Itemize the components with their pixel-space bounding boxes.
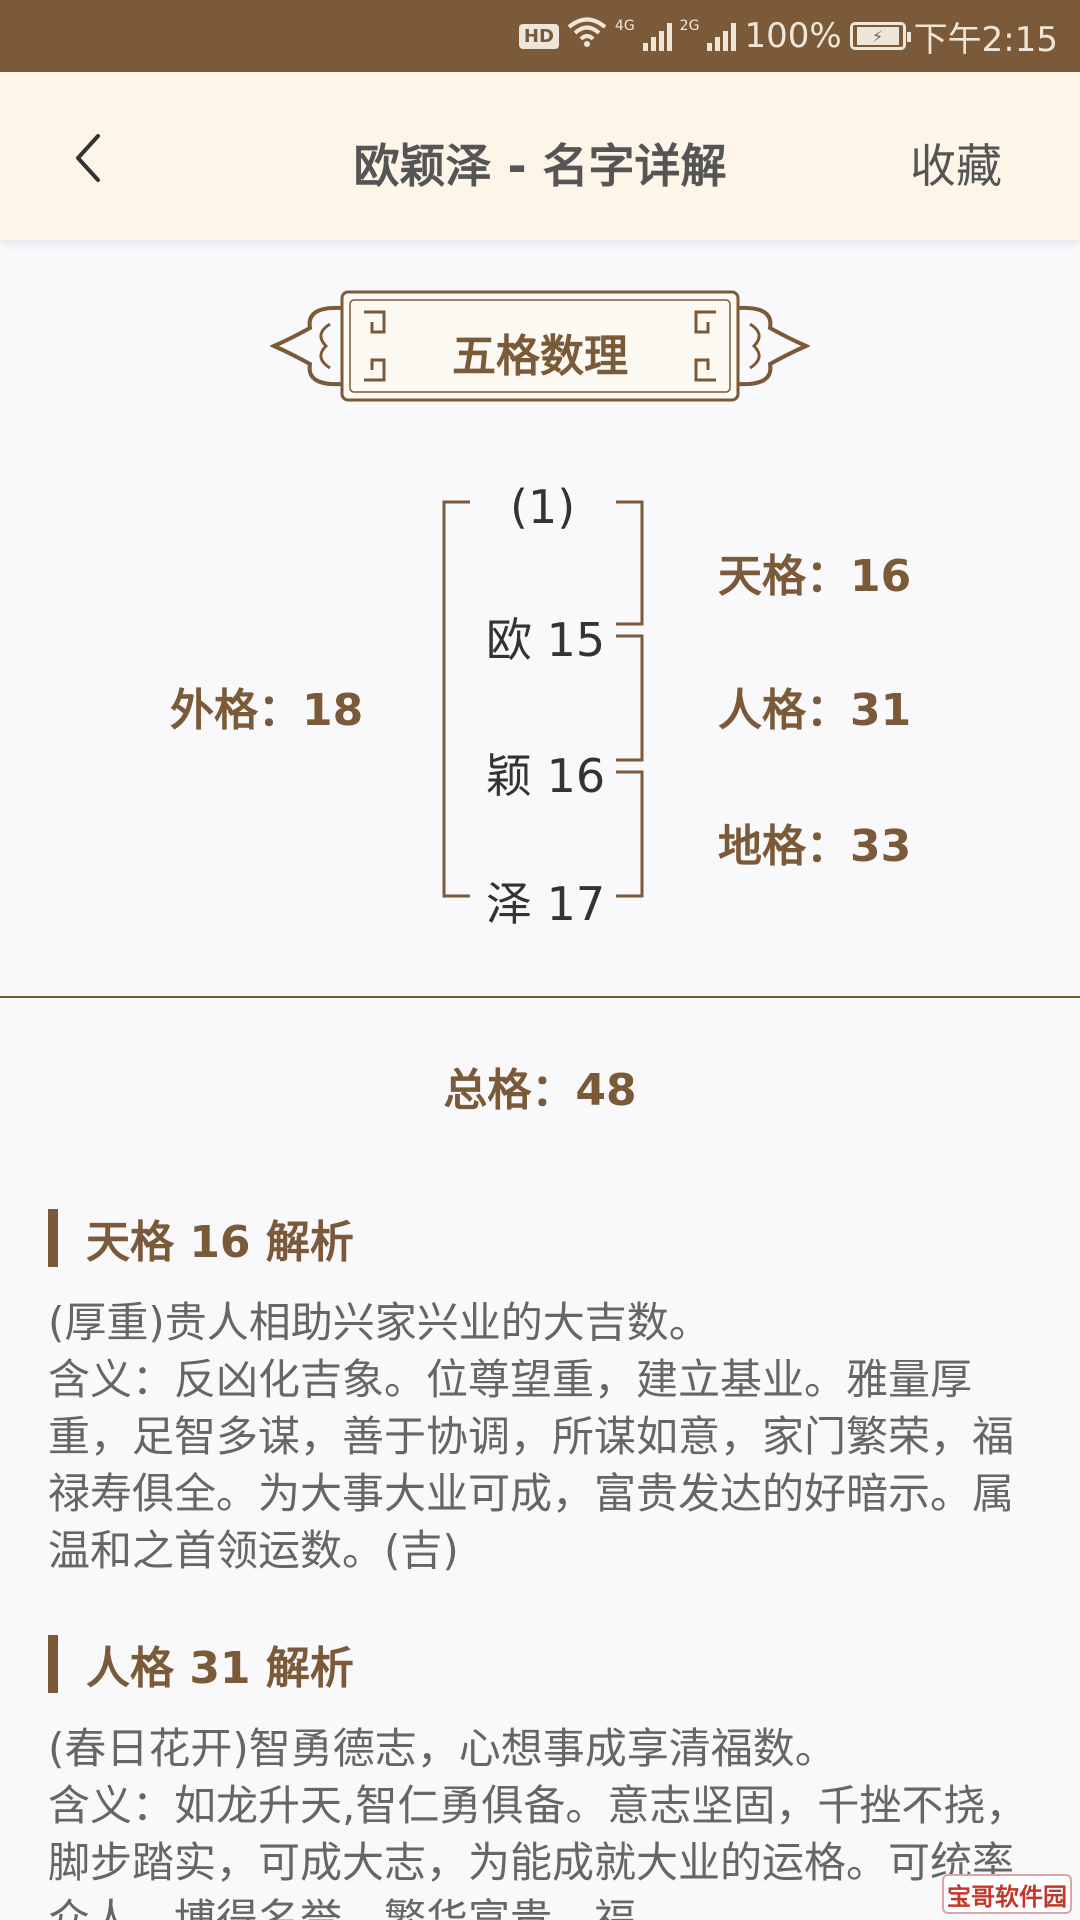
clock: 下午2:15 bbox=[913, 19, 1058, 60]
tian-ge-label: 天格：16 bbox=[718, 551, 912, 602]
ren-ge-label: 人格：31 bbox=[718, 685, 912, 736]
analysis-section-ren: 人格 31 解析 (春日花开)智勇德志，心想事成享清福数。 含义：如龙升天,智仁… bbox=[48, 1634, 1038, 1920]
analysis-body: (厚重)贵人相助兴家兴业的大吉数。 含义：反凶化吉象。位尊望重，建立基业。雅量厚… bbox=[48, 1298, 1015, 1575]
signal-icon-2 bbox=[707, 21, 737, 51]
network-type-label-2: 2G bbox=[679, 18, 700, 34]
favorite-button[interactable]: 收藏 bbox=[910, 130, 1002, 196]
watermark-logo: 宝哥软件园 bbox=[942, 1874, 1072, 1914]
di-ge-label: 地格：33 bbox=[718, 821, 912, 872]
status-icons: HD 4G 2G 100% ⚡ 下午2:15 bbox=[518, 14, 1058, 60]
char-row-2: 颖 16 bbox=[486, 749, 606, 803]
divider bbox=[0, 996, 1080, 998]
char-row-1: 欧 15 bbox=[486, 613, 606, 667]
signal-icon bbox=[642, 21, 672, 51]
app-header: 欧颖泽 - 名字详解 收藏 bbox=[0, 72, 1080, 240]
analysis-title: 天格 16 解析 bbox=[86, 1217, 354, 1268]
analysis-section-tian: 天格 16 解析 (厚重)贵人相助兴家兴业的大吉数。 含义：反凶化吉象。位尊望重… bbox=[48, 1208, 1038, 1579]
section-banner: 五格数理 bbox=[269, 288, 811, 404]
wai-ge-label: 外格：18 bbox=[170, 685, 364, 736]
section-bar-marker bbox=[48, 1635, 58, 1693]
hd-icon: HD bbox=[518, 23, 559, 49]
battery-percent: 100% bbox=[744, 16, 842, 56]
network-type-label: 4G bbox=[614, 18, 635, 34]
analysis-header: 天格 16 解析 bbox=[48, 1208, 1038, 1268]
char-row-3: 泽 17 bbox=[486, 877, 606, 931]
top-placeholder-label: (1) bbox=[510, 480, 576, 534]
analysis-title: 人格 31 解析 bbox=[86, 1643, 354, 1694]
zong-ge-label: 总格：48 bbox=[443, 1065, 637, 1116]
wuge-diagram: (1) 欧 15 颖 16 泽 17 天格：16 人格：31 地格：33 外格：… bbox=[0, 460, 1080, 931]
analysis-body: (春日花开)智勇德志，心想事成享清福数。 含义：如龙升天,智仁勇俱备。意志坚固，… bbox=[48, 1724, 1028, 1920]
status-bar: HD 4G 2G 100% ⚡ 下午2:15 bbox=[0, 0, 1080, 72]
wifi-icon bbox=[567, 16, 607, 57]
section-bar-marker bbox=[48, 1209, 58, 1267]
section-title: 五格数理 bbox=[452, 331, 628, 382]
battery-icon: ⚡ bbox=[849, 22, 911, 50]
analysis-header: 人格 31 解析 bbox=[48, 1634, 1038, 1694]
